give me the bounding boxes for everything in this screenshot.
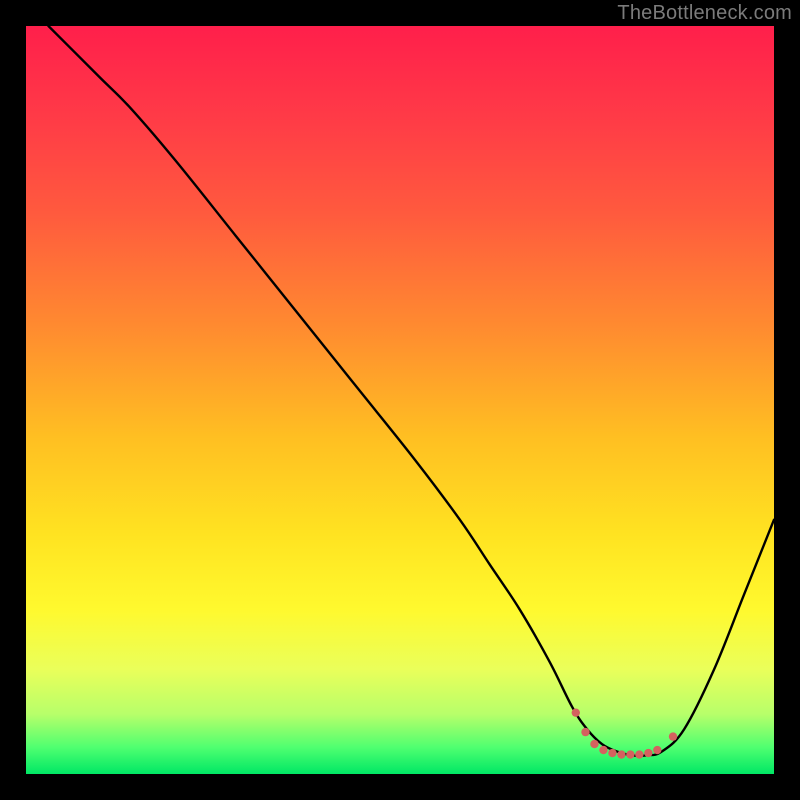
marker-dot bbox=[608, 749, 616, 757]
marker-dot bbox=[599, 746, 607, 754]
gradient-background bbox=[26, 26, 774, 774]
marker-dot bbox=[581, 728, 589, 736]
marker-dot bbox=[635, 750, 643, 758]
marker-dot bbox=[669, 732, 677, 740]
marker-dot bbox=[617, 750, 625, 758]
marker-dot bbox=[644, 749, 652, 757]
marker-dot bbox=[653, 746, 661, 754]
marker-dot bbox=[572, 708, 580, 716]
watermark-text: TheBottleneck.com bbox=[617, 2, 792, 25]
chart-frame: TheBottleneck.com bbox=[0, 0, 800, 800]
marker-dot bbox=[590, 740, 598, 748]
plot-area bbox=[26, 26, 774, 774]
bottleneck-chart bbox=[26, 26, 774, 774]
marker-dot bbox=[626, 750, 634, 758]
